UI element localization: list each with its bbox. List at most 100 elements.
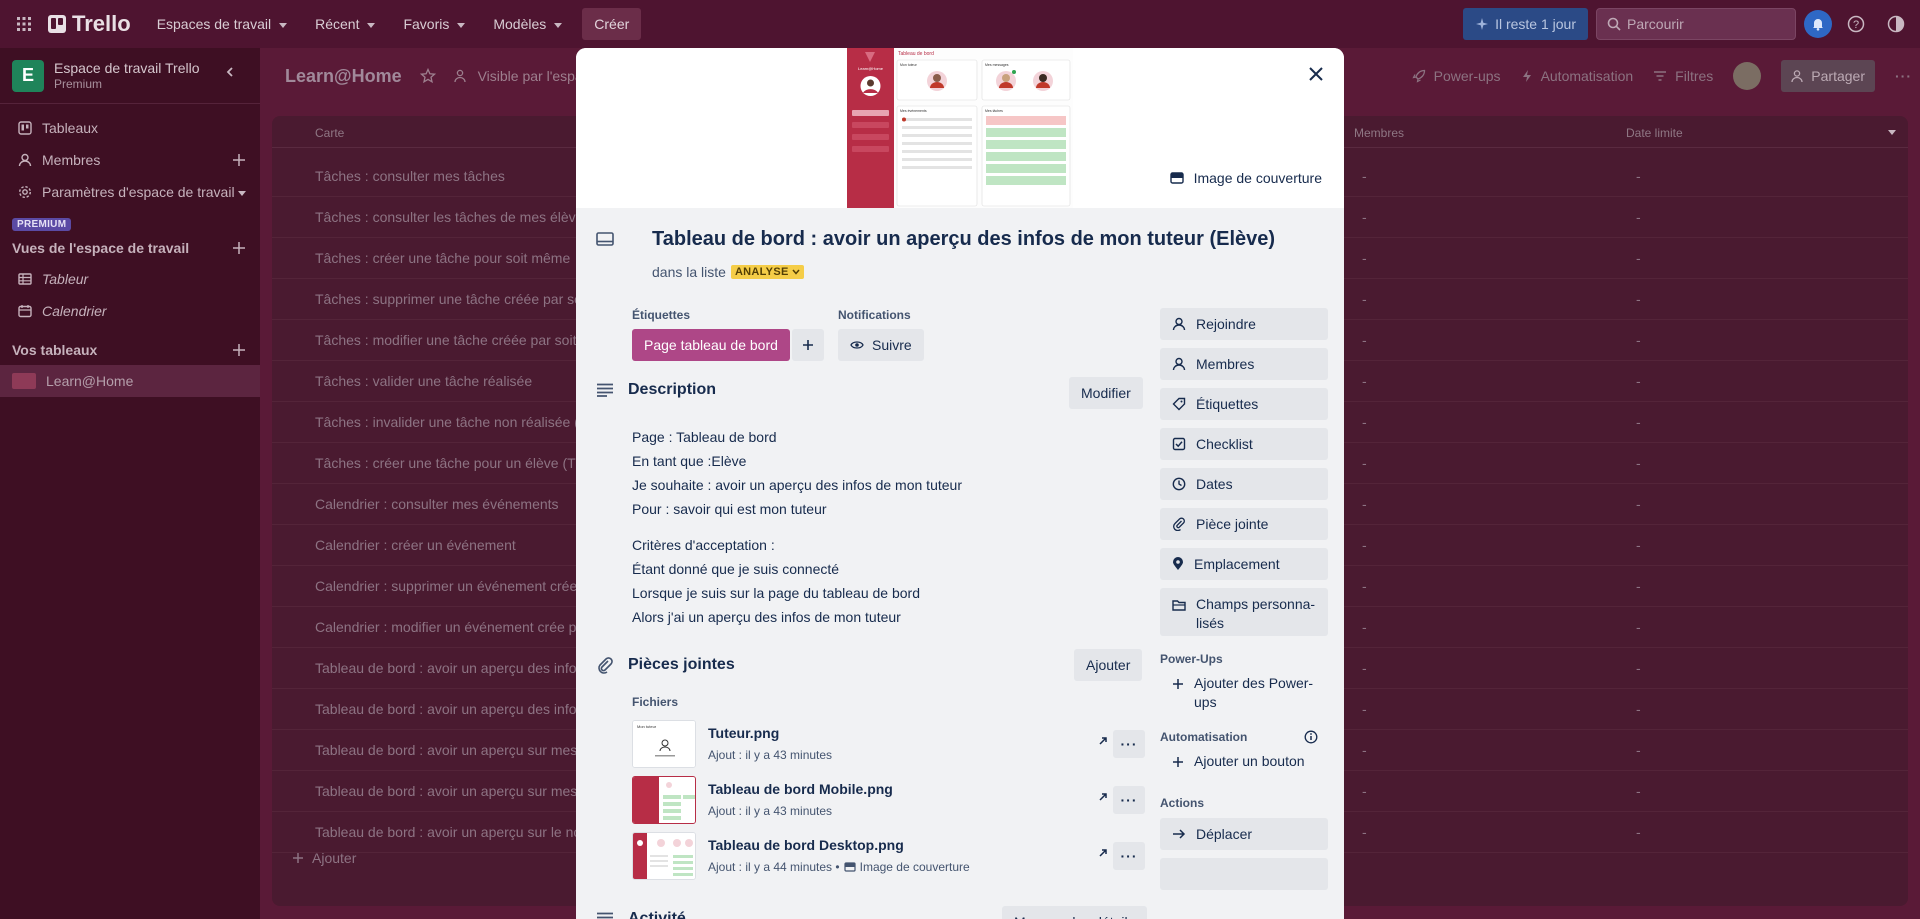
join-button[interactable]: Rejoindre [1160,308,1328,340]
attachment-meta-text: Ajout : il y a 43 minutes [708,748,833,762]
paperclip-icon [598,657,613,674]
attachment-label: Pièce jointe [1196,516,1269,532]
powerups-section-title: Power-Ups [1160,652,1223,666]
attachment-more-button[interactable]: ··· [1113,730,1145,758]
cover-image[interactable]: Learn@Home Tableau de bord Mon tuteur Me… [847,48,1073,208]
card-cover-icon [1169,172,1184,184]
description-line: Lorsque je suis sur la page du tableau d… [632,585,920,601]
plus-icon [803,340,813,350]
attachments-header: Pièces jointes [596,656,735,674]
attachment-cover-tag: Image de couverture [859,860,970,874]
activity-icon [597,912,613,919]
add-attachment-button[interactable]: Ajouter [1074,649,1143,681]
card-cover-icon [844,862,856,872]
attachment-thumbnail[interactable] [632,832,696,880]
description-body[interactable]: Page : Tableau de bord En tant que :Elèv… [632,425,962,629]
open-external-icon[interactable] [1098,848,1108,858]
labels-title: Étiquettes [632,308,691,322]
person-icon [1172,317,1186,331]
open-external-icon[interactable] [1098,736,1108,746]
list-name: ANALYSE [734,266,789,278]
dates-label: Dates [1196,476,1233,492]
eye-icon [850,341,864,349]
description-line: Page : Tableau de bord [632,429,777,445]
add-label-button[interactable] [792,329,824,361]
plus-icon [1173,679,1183,689]
notifications-title: Notifications [838,308,911,322]
cover-preview-main: Tableau de bord Mon tuteur Mes messages … [894,48,1073,208]
info-icon[interactable] [1304,730,1318,744]
labels-button[interactable]: Étiquettes [1160,388,1328,420]
tag-icon [1172,397,1186,411]
edit-description-button[interactable]: Modifier [1069,377,1143,409]
dates-button[interactable]: Dates [1160,468,1328,500]
close-modal-button[interactable] [1300,58,1332,90]
chevron-down-icon [792,269,800,275]
card-detail-modal: Learn@Home Tableau de bord Mon tuteur Me… [576,48,1344,919]
add-button-button[interactable]: Ajouter un bouton [1160,752,1328,782]
attachments-title: Pièces jointes [628,656,735,673]
attachment-more-button[interactable]: ··· [1113,786,1145,814]
checkbox-icon [1172,437,1186,451]
copy-button[interactable] [1160,858,1328,890]
description-line: Étant donné que je suis connecté [632,561,840,577]
close-icon [1309,67,1323,81]
attachment-name[interactable]: Tableau de bord Mobile.png [708,781,893,797]
cover-preview-messages-label: Mes messages [985,63,1009,67]
description-line: Critères d'acceptation : [632,537,775,553]
toggle-details-button[interactable]: Masquer les détails [1002,906,1147,919]
attachment-thumbnail[interactable] [632,776,696,824]
members-button[interactable]: Membres [1160,348,1328,380]
cover-preview-heading: Tableau de bord [898,51,934,57]
attachment-name[interactable]: Tuteur.png [708,725,779,741]
label-chip[interactable]: Page tableau de bord [632,329,790,361]
location-pin-icon [1173,557,1183,570]
description-line: Pour : savoir qui est mon tuteur [632,501,827,517]
add-button-label: Ajouter un bouton [1194,753,1305,769]
attachment-meta: Ajout : il y a 43 minutes [708,804,832,818]
cover-image-label: Image de couverture [1193,170,1322,186]
checklist-button[interactable]: Checklist [1160,428,1328,460]
attachment-item[interactable]: Tableau de bord Mobile.png Ajout : il y … [632,776,1145,824]
attachment-meta: Ajout : il y a 43 minutes [708,748,832,762]
follow-button[interactable]: Suivre [838,329,924,361]
plus-icon [1173,757,1183,767]
cover-preview-tutor-label: Mon tuteur [900,63,918,67]
custom-fields-button[interactable]: Champs personna-lisés [1160,588,1328,636]
attachment-button[interactable]: Pièce jointe [1160,508,1328,540]
attachment-more-button[interactable]: ··· [1113,842,1145,870]
attachment-meta-text: Ajout : il y a 43 minutes [708,804,833,818]
open-external-icon[interactable] [1098,792,1108,802]
follow-label: Suivre [872,337,912,353]
cover-preview-sidebar: Learn@Home [847,48,894,208]
cover-image-button[interactable]: Image de couverture [1169,170,1322,186]
attachment-meta-text: Ajout : il y a 44 minutes • [708,860,840,874]
description-line: Je souhaite : avoir un aperçu des infos … [632,477,962,493]
card-icon [596,232,614,248]
attachment-name[interactable]: Tableau de bord Desktop.png [708,837,904,853]
add-powerups-label: Ajouter des Power-ups [1194,675,1314,710]
cover-preview-brand: Learn@Home [858,66,884,71]
attachment-item[interactable]: Mon tuteur Tuteur.png Ajout : il y a 43 … [632,720,1145,768]
paperclip-icon [1173,517,1185,531]
move-label: Déplacer [1196,826,1253,842]
attachment-item[interactable]: Tableau de bord Desktop.png Ajout : il y… [632,832,1145,880]
automation-section-label: Automatisation [1160,730,1248,744]
location-button[interactable]: Emplacement [1160,548,1328,580]
card-title[interactable]: Tableau de bord : avoir un aperçu des in… [652,228,1275,251]
person-icon [1172,357,1186,371]
card-actions-sidebar: Rejoindre Membres Étiquettes Checklist D… [1160,308,1328,898]
move-button[interactable]: Déplacer [1160,818,1328,850]
cover-preview-events-label: Mes événements [900,109,927,113]
card-list-info: dans la liste ANALYSE [652,264,804,280]
actions-section-title: Actions [1160,796,1205,810]
activity-title: Activité [628,910,686,919]
attachment-thumbnail[interactable]: Mon tuteur [632,720,696,768]
list-name-dropdown[interactable]: ANALYSE [730,265,804,279]
custom-fields-label: Champs personna-lisés [1196,596,1316,631]
location-label: Emplacement [1194,556,1280,572]
arrow-right-icon [1173,829,1186,839]
add-powerups-button[interactable]: Ajouter des Power-ups [1160,674,1328,714]
description-icon [597,383,613,397]
files-title: Fichiers [632,695,679,709]
